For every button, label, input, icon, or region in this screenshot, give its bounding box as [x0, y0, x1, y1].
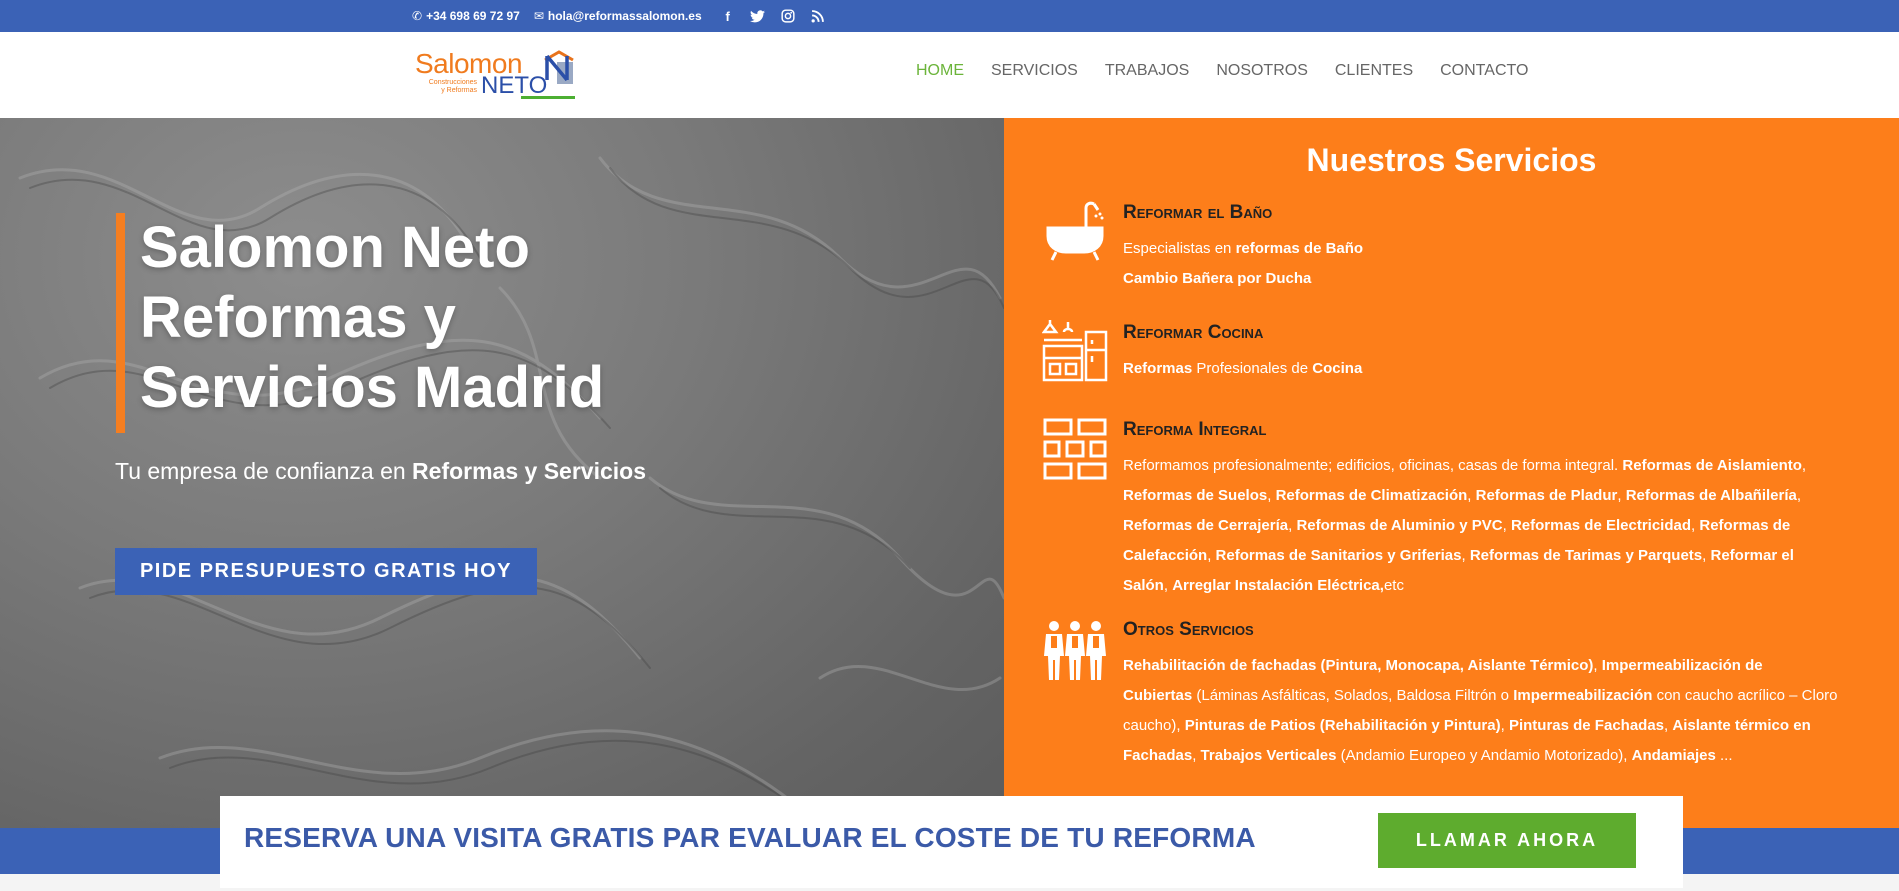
bricks-icon — [1043, 418, 1107, 480]
main-nav: HOME SERVICIOS TRABAJOS NOSOTROS CLIENTE… — [916, 62, 1528, 80]
bathtub-icon — [1046, 201, 1104, 261]
service-description: Rehabilitación de fachadas (Pintura, Mon… — [1123, 657, 1838, 764]
service-description: Especialistas en reformas de Baño Cambio… — [1123, 240, 1364, 287]
nav-trabajos[interactable]: TRABAJOS — [1105, 62, 1189, 80]
call-now-button[interactable]: LLAMAR AHORA — [1378, 813, 1636, 868]
service-title: Reforma Integral — [1123, 419, 1267, 440]
services-panel: Nuestros Servicios Reformar el Baño Espe… — [1004, 118, 1899, 828]
nav-nosotros[interactable]: NOSOTROS — [1216, 62, 1308, 80]
service-kitchen: Reformar Cocina Reformas Profesionales d… — [1123, 322, 1873, 384]
request-quote-button[interactable]: PIDE PRESUPUESTO GRATIS HOY — [115, 548, 537, 595]
service-others: Otros Servicios Rehabilitación de fachad… — [1123, 619, 1873, 771]
phone-link[interactable]: ✆ +34 698 69 72 97 — [412, 9, 520, 23]
site-header: Salomon Construcciones y Reformas NETO HO… — [0, 32, 1899, 118]
social-links: f — [720, 8, 826, 24]
service-title: Reformar Cocina — [1123, 322, 1264, 343]
nav-home[interactable]: HOME — [916, 62, 964, 80]
cta-box: RESERVA UNA VISITA GRATIS PAR EVALUAR EL… — [220, 796, 1683, 888]
service-title: Otros Servicios — [1123, 619, 1254, 640]
service-integral: Reforma Integral Reformamos profesionalm… — [1123, 419, 1873, 601]
service-description: Reformamos profesionalmente; edificios, … — [1123, 457, 1807, 594]
site-logo[interactable]: Salomon Construcciones y Reformas NETO — [415, 48, 575, 104]
services-heading: Nuestros Servicios — [1306, 142, 1597, 178]
hero-subtitle: Tu empresa de confianza en Reformas y Se… — [115, 458, 646, 484]
top-bar: ✆ +34 698 69 72 97 ✉ hola@reformassalomo… — [0, 0, 1899, 32]
logo-tagline: Construcciones y Reformas — [428, 79, 477, 94]
service-description: Reformas Profesionales de Cocina — [1123, 360, 1363, 377]
facebook-icon[interactable]: f — [720, 8, 736, 24]
workers-icon — [1044, 621, 1106, 680]
instagram-icon[interactable] — [780, 8, 796, 24]
service-title: Reformar el Baño — [1123, 202, 1273, 223]
kitchen-icon — [1042, 320, 1108, 382]
phone-icon: ✆ — [412, 9, 423, 23]
cta-text: RESERVA UNA VISITA GRATIS PAR EVALUAR EL… — [244, 822, 1256, 853]
nav-servicios[interactable]: SERVICIOS — [991, 62, 1078, 80]
phone-number: +34 698 69 72 97 — [426, 9, 520, 23]
nav-clientes[interactable]: CLIENTES — [1335, 62, 1413, 80]
service-bathroom: Reformar el Baño Especialistas en reform… — [1123, 202, 1873, 294]
rss-icon[interactable] — [810, 8, 826, 24]
hero-title: Salomon Neto Reformas y Servicios Madrid — [140, 215, 605, 420]
hero-section: Salomon Neto Reformas y Servicios Madrid… — [0, 118, 1004, 828]
email-address: hola@reformassalomon.es — [547, 9, 702, 23]
hero-accent-bar — [116, 213, 125, 433]
twitter-icon[interactable] — [750, 8, 766, 24]
email-link[interactable]: ✉ hola@reformassalomon.es — [534, 9, 702, 23]
logo-roof-icon — [544, 50, 574, 84]
nav-contacto[interactable]: CONTACTO — [1440, 62, 1528, 80]
logo-underline — [521, 96, 575, 99]
envelope-icon: ✉ — [533, 9, 544, 23]
